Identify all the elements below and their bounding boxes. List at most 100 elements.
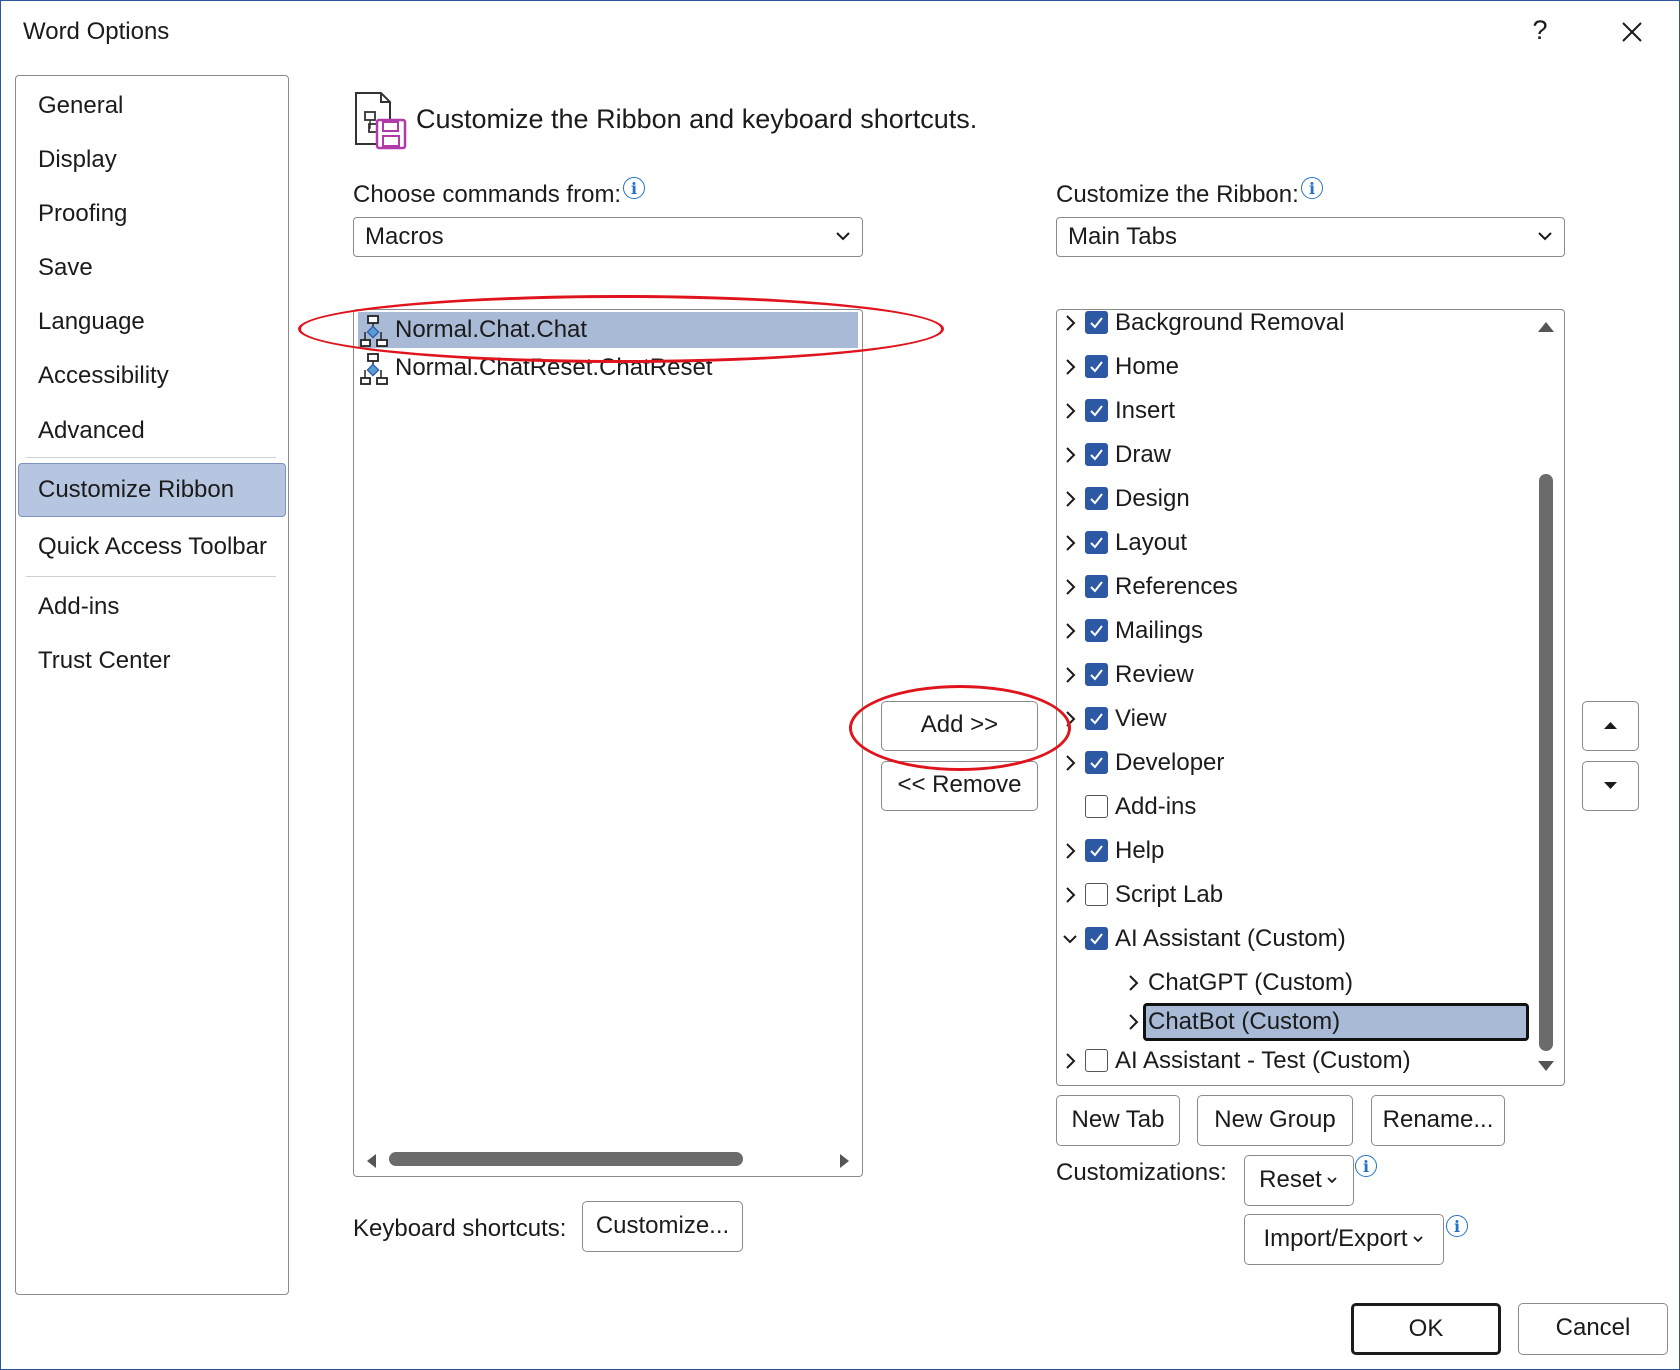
tab-checkbox[interactable] bbox=[1085, 399, 1108, 422]
tree-row[interactable]: Draw bbox=[1063, 435, 1523, 475]
info-icon[interactable]: i bbox=[1446, 1215, 1468, 1237]
tree-row[interactable]: Review bbox=[1063, 655, 1523, 695]
tab-checkbox[interactable] bbox=[1085, 355, 1108, 378]
tree-row[interactable]: Developer bbox=[1063, 743, 1523, 783]
tree-row[interactable]: Layout bbox=[1063, 523, 1523, 563]
tree-row[interactable]: Background Removal bbox=[1063, 303, 1523, 343]
scroll-left-icon[interactable] bbox=[364, 1152, 380, 1170]
chevron-right-icon[interactable] bbox=[1063, 403, 1077, 419]
chevron-right-icon[interactable] bbox=[1063, 535, 1077, 551]
sidebar-item-save[interactable]: Save bbox=[38, 254, 93, 282]
remove-button[interactable]: << Remove bbox=[881, 761, 1038, 811]
tab-checkbox[interactable] bbox=[1085, 663, 1108, 686]
tree-row[interactable]: Mailings bbox=[1063, 611, 1523, 651]
help-button[interactable]: ? bbox=[1523, 15, 1557, 46]
chevron-right-icon[interactable] bbox=[1063, 315, 1077, 331]
sidebar-item-general[interactable]: General bbox=[38, 92, 123, 120]
tab-checkbox[interactable] bbox=[1085, 531, 1108, 554]
tree-row[interactable]: ChatBot (Custom) bbox=[1126, 1002, 1586, 1042]
sidebar-item-trust-center[interactable]: Trust Center bbox=[38, 647, 170, 675]
tree-row[interactable]: Home bbox=[1063, 347, 1523, 387]
chevron-right-icon[interactable] bbox=[1063, 887, 1077, 903]
tab-label: Draw bbox=[1115, 441, 1172, 468]
cancel-button[interactable]: Cancel bbox=[1518, 1303, 1668, 1355]
tab-checkbox[interactable] bbox=[1085, 795, 1108, 818]
tab-checkbox[interactable] bbox=[1085, 883, 1108, 906]
tab-checkbox[interactable] bbox=[1085, 751, 1108, 774]
customize-keyboard-button[interactable]: Customize... bbox=[582, 1201, 743, 1252]
checkmark-icon bbox=[1090, 625, 1103, 637]
ribbon-tabs-dropdown[interactable]: Main Tabs bbox=[1056, 217, 1565, 257]
tab-checkbox[interactable] bbox=[1085, 311, 1108, 334]
info-icon[interactable]: i bbox=[1301, 177, 1323, 199]
tab-checkbox[interactable] bbox=[1085, 619, 1108, 642]
rename-button[interactable]: Rename... bbox=[1371, 1095, 1505, 1146]
move-down-button[interactable] bbox=[1582, 761, 1639, 811]
sidebar-item-advanced[interactable]: Advanced bbox=[38, 417, 145, 445]
add-button[interactable]: Add >> bbox=[881, 701, 1038, 751]
chevron-right-icon[interactable] bbox=[1126, 975, 1140, 991]
tree-row[interactable]: AI Assistant - Test (Custom) bbox=[1063, 1041, 1523, 1081]
tab-label: View bbox=[1115, 705, 1167, 732]
info-icon[interactable]: i bbox=[1355, 1155, 1377, 1177]
list-item[interactable]: Normal.Chat.Chat bbox=[358, 312, 858, 348]
tab-checkbox[interactable] bbox=[1085, 839, 1108, 862]
tab-checkbox[interactable] bbox=[1085, 575, 1108, 598]
sidebar-item-quick-access-toolbar[interactable]: Quick Access Toolbar bbox=[38, 533, 267, 561]
new-tab-button[interactable]: New Tab bbox=[1056, 1095, 1180, 1146]
tree-row[interactable]: AI Assistant (Custom) bbox=[1063, 919, 1523, 959]
checkmark-icon bbox=[1090, 449, 1103, 461]
tree-row[interactable]: Script Lab bbox=[1063, 875, 1523, 915]
chevron-down-icon[interactable] bbox=[1063, 931, 1077, 947]
chevron-right-icon[interactable] bbox=[1063, 623, 1077, 639]
chevron-right-icon[interactable] bbox=[1063, 667, 1077, 683]
chevron-right-icon[interactable] bbox=[1063, 755, 1077, 771]
tab-label: References bbox=[1115, 573, 1238, 600]
sidebar-item-language[interactable]: Language bbox=[38, 308, 145, 336]
scroll-up-icon[interactable] bbox=[1536, 319, 1556, 335]
tab-checkbox[interactable] bbox=[1085, 1049, 1108, 1072]
horizontal-scrollbar-thumb[interactable] bbox=[389, 1152, 743, 1166]
sidebar-item-customize-ribbon[interactable]: Customize Ribbon bbox=[38, 476, 234, 504]
chevron-right-icon[interactable] bbox=[1063, 843, 1077, 859]
import-export-button[interactable]: Import/Export bbox=[1244, 1214, 1444, 1265]
checkmark-icon bbox=[1090, 669, 1103, 681]
sidebar-item-proofing[interactable]: Proofing bbox=[38, 200, 127, 228]
tab-checkbox[interactable] bbox=[1085, 707, 1108, 730]
chevron-right-icon[interactable] bbox=[1063, 1053, 1077, 1069]
chevron-right-icon[interactable] bbox=[1063, 359, 1077, 375]
sidebar-item-display[interactable]: Display bbox=[38, 146, 117, 174]
chevron-right-icon[interactable] bbox=[1063, 447, 1077, 463]
tree-row[interactable]: Insert bbox=[1063, 391, 1523, 431]
list-item[interactable]: Normal.ChatReset.ChatReset bbox=[358, 350, 858, 386]
tree-row[interactable]: Design bbox=[1063, 479, 1523, 519]
scroll-right-icon[interactable] bbox=[836, 1152, 852, 1170]
tab-label: Mailings bbox=[1115, 617, 1204, 644]
chevron-right-icon[interactable] bbox=[1126, 1014, 1140, 1030]
vertical-scrollbar-thumb[interactable] bbox=[1539, 474, 1553, 1051]
info-icon[interactable]: i bbox=[623, 177, 645, 199]
chevron-right-icon[interactable] bbox=[1063, 711, 1077, 727]
chevron-right-icon[interactable] bbox=[1063, 491, 1077, 507]
reset-button[interactable]: Reset bbox=[1244, 1155, 1354, 1206]
choose-commands-dropdown[interactable]: Macros bbox=[353, 217, 863, 257]
move-up-button[interactable] bbox=[1582, 701, 1639, 751]
chevron-right-icon[interactable] bbox=[1063, 579, 1077, 595]
tree-row[interactable]: References bbox=[1063, 567, 1523, 607]
tree-row[interactable]: Add-ins bbox=[1063, 787, 1523, 827]
ok-button[interactable]: OK bbox=[1351, 1303, 1501, 1355]
tree-row[interactable]: View bbox=[1063, 699, 1523, 739]
tab-checkbox[interactable] bbox=[1085, 927, 1108, 950]
new-group-button[interactable]: New Group bbox=[1197, 1095, 1353, 1146]
tab-checkbox[interactable] bbox=[1085, 443, 1108, 466]
close-button[interactable] bbox=[1613, 13, 1651, 51]
tab-label: Developer bbox=[1115, 749, 1225, 776]
tree-row[interactable]: ChatGPT (Custom) bbox=[1126, 963, 1586, 1003]
commands-listbox[interactable]: Normal.Chat.Chat Normal.ChatReset.ChatRe… bbox=[353, 309, 863, 1177]
sidebar-item-accessibility[interactable]: Accessibility bbox=[38, 362, 169, 390]
tree-row[interactable]: Help bbox=[1063, 831, 1523, 871]
scroll-down-icon[interactable] bbox=[1536, 1058, 1556, 1074]
checkmark-icon bbox=[1090, 493, 1103, 505]
sidebar-item-add-ins[interactable]: Add-ins bbox=[38, 593, 119, 621]
tab-checkbox[interactable] bbox=[1085, 487, 1108, 510]
